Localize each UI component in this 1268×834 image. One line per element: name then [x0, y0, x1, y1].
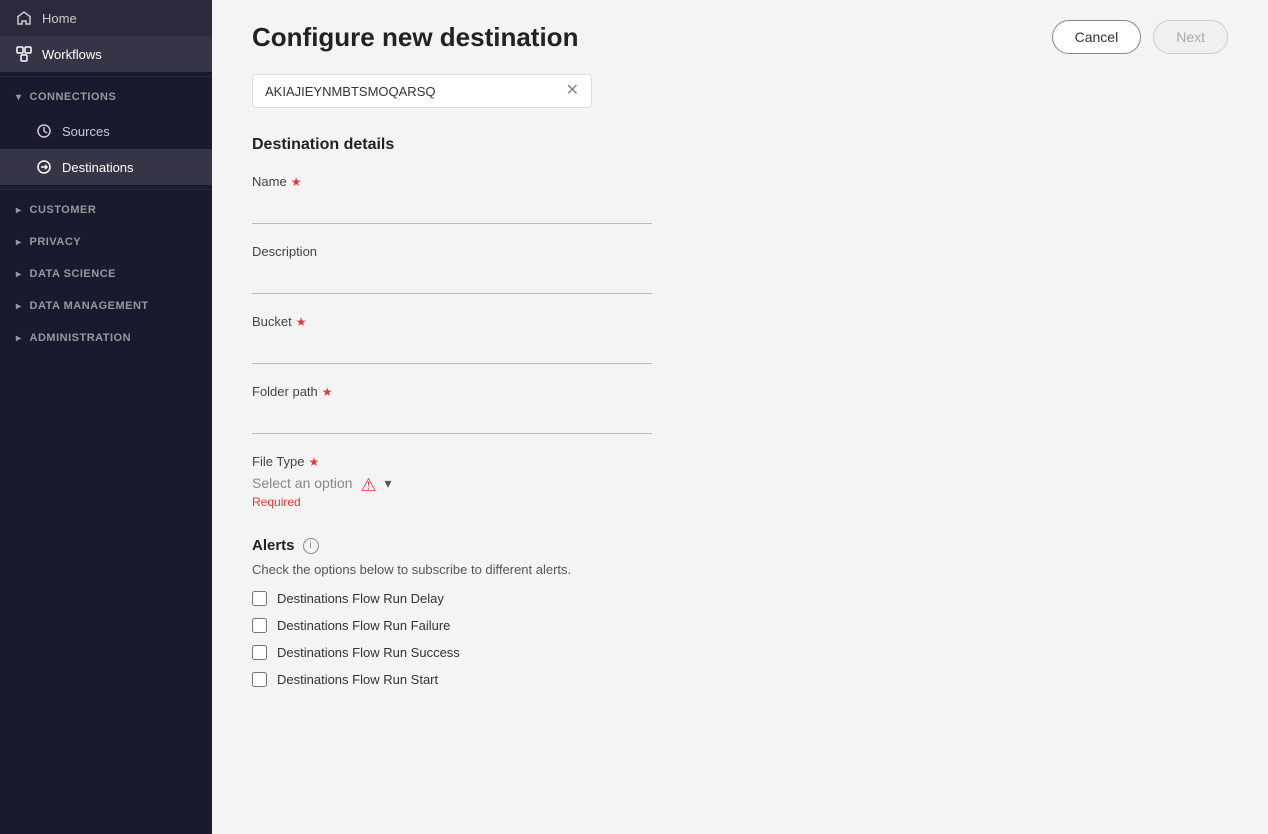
sidebar-workflows-label: Workflows	[42, 47, 102, 62]
alerts-section: Alerts i Check the options below to subs…	[252, 537, 1228, 687]
alert-failure-item: Destinations Flow Run Failure	[252, 618, 1228, 633]
alert-start-item: Destinations Flow Run Start	[252, 672, 1228, 687]
alert-success-item: Destinations Flow Run Success	[252, 645, 1228, 660]
page-title: Configure new destination	[252, 22, 578, 53]
name-required-star: ★	[291, 175, 302, 189]
cancel-button[interactable]: Cancel	[1052, 20, 1142, 54]
sidebar-customer-label: CUSTOMER	[30, 204, 97, 216]
main-content: Configure new destination Cancel Next ✕ …	[212, 0, 1268, 834]
data-management-chevron-icon: ▸	[16, 301, 22, 312]
description-label: Description	[252, 244, 1228, 259]
destination-details-title: Destination details	[252, 136, 1228, 154]
customer-chevron-icon: ▸	[16, 205, 22, 216]
alert-delay-item: Destinations Flow Run Delay	[252, 591, 1228, 606]
file-type-row: Select an option Required ⚠ ▾	[252, 475, 1228, 509]
sidebar-destinations-label: Destinations	[62, 160, 134, 175]
sidebar-data-management-label: DATA MANAGEMENT	[30, 300, 149, 312]
content-area: ✕ Destination details Name ★ Description	[212, 74, 1268, 739]
workflows-icon	[16, 46, 32, 62]
sidebar-privacy-label: PRIVACY	[30, 236, 82, 248]
bucket-input[interactable]	[252, 335, 652, 364]
sidebar-section-administration[interactable]: ▸ ADMINISTRATION	[0, 322, 212, 354]
sidebar-administration-label: ADMINISTRATION	[30, 332, 132, 344]
folder-path-form-group: Folder path ★	[252, 384, 1228, 434]
next-button[interactable]: Next	[1153, 20, 1228, 54]
sidebar-section-privacy[interactable]: ▸ PRIVACY	[0, 226, 212, 258]
alerts-info-icon[interactable]: i	[303, 538, 319, 554]
alerts-description: Check the options below to subscribe to …	[252, 562, 1228, 577]
file-type-label: File Type ★	[252, 454, 1228, 469]
sidebar-section-data-science[interactable]: ▸ DATA SCIENCE	[0, 258, 212, 290]
name-form-group: Name ★	[252, 174, 1228, 224]
sidebar-item-sources[interactable]: Sources	[0, 113, 212, 149]
privacy-chevron-icon: ▸	[16, 237, 22, 248]
bucket-form-group: Bucket ★	[252, 314, 1228, 364]
sources-icon	[36, 123, 52, 139]
description-form-group: Description	[252, 244, 1228, 294]
header-buttons: Cancel Next	[1052, 20, 1228, 54]
sidebar-section-connections[interactable]: ▾ CONNECTIONS	[0, 81, 212, 113]
sidebar-home-label: Home	[42, 11, 77, 26]
bucket-required-star: ★	[296, 315, 307, 329]
alerts-header: Alerts i	[252, 537, 1228, 554]
sidebar-sources-label: Sources	[62, 124, 110, 139]
name-label: Name ★	[252, 174, 1228, 189]
search-bar: ✕	[252, 74, 592, 108]
sidebar: Home Workflows ▾ CONNECTIONS Sources	[0, 0, 212, 834]
sidebar-item-destinations[interactable]: Destinations	[0, 149, 212, 185]
sidebar-item-workflows[interactable]: Workflows	[0, 36, 212, 72]
home-icon	[16, 10, 32, 26]
connections-chevron-icon: ▾	[16, 92, 22, 103]
administration-chevron-icon: ▸	[16, 333, 22, 344]
clear-search-button[interactable]: ✕	[566, 83, 579, 99]
alert-delay-checkbox[interactable]	[252, 591, 267, 606]
search-input[interactable]	[265, 84, 566, 99]
file-type-select-area: Select an option Required	[252, 475, 352, 509]
file-type-form-group: File Type ★ Select an option Required ⚠ …	[252, 454, 1228, 509]
alert-success-checkbox[interactable]	[252, 645, 267, 660]
folder-path-label: Folder path ★	[252, 384, 1228, 399]
sidebar-section-data-management[interactable]: ▸ DATA MANAGEMENT	[0, 290, 212, 322]
alert-start-label: Destinations Flow Run Start	[277, 672, 438, 687]
data-science-chevron-icon: ▸	[16, 269, 22, 280]
bucket-label: Bucket ★	[252, 314, 1228, 329]
sidebar-section-customer[interactable]: ▸ CUSTOMER	[0, 194, 212, 226]
alert-delay-label: Destinations Flow Run Delay	[277, 591, 444, 606]
file-type-required-text: Required	[252, 495, 352, 509]
alert-failure-checkbox[interactable]	[252, 618, 267, 633]
warning-icon: ⚠	[360, 475, 376, 496]
folder-path-required-star: ★	[322, 385, 333, 399]
file-type-placeholder[interactable]: Select an option	[252, 475, 352, 491]
dropdown-cursor: ▾	[385, 475, 392, 492]
alert-failure-label: Destinations Flow Run Failure	[277, 618, 450, 633]
folder-path-input[interactable]	[252, 405, 652, 434]
sidebar-connections-label: CONNECTIONS	[30, 91, 117, 103]
alerts-title: Alerts	[252, 537, 295, 554]
name-input[interactable]	[252, 195, 652, 224]
page-header: Configure new destination Cancel Next	[212, 0, 1268, 74]
alert-success-label: Destinations Flow Run Success	[277, 645, 460, 660]
description-input[interactable]	[252, 265, 652, 294]
sidebar-divider-1	[0, 76, 212, 77]
destination-details-section: Destination details Name ★ Description B…	[252, 136, 1228, 509]
destinations-icon	[36, 159, 52, 175]
sidebar-data-science-label: DATA SCIENCE	[30, 268, 116, 280]
alert-start-checkbox[interactable]	[252, 672, 267, 687]
file-type-required-star: ★	[309, 455, 320, 469]
sidebar-item-home[interactable]: Home	[0, 0, 212, 36]
sidebar-divider-2	[0, 189, 212, 190]
